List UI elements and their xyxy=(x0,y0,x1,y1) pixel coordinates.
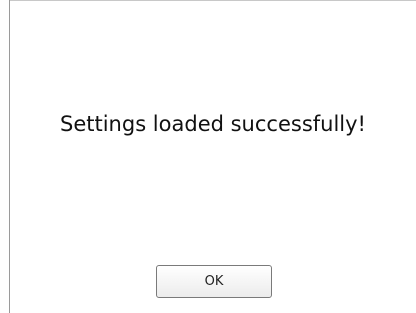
dialog-top-border xyxy=(9,0,416,1)
ok-button[interactable]: OK xyxy=(156,265,272,298)
message-dialog: Settings loaded successfully! OK xyxy=(0,0,416,313)
dialog-message: Settings loaded successfully! xyxy=(60,112,366,136)
dialog-left-border xyxy=(9,0,10,313)
